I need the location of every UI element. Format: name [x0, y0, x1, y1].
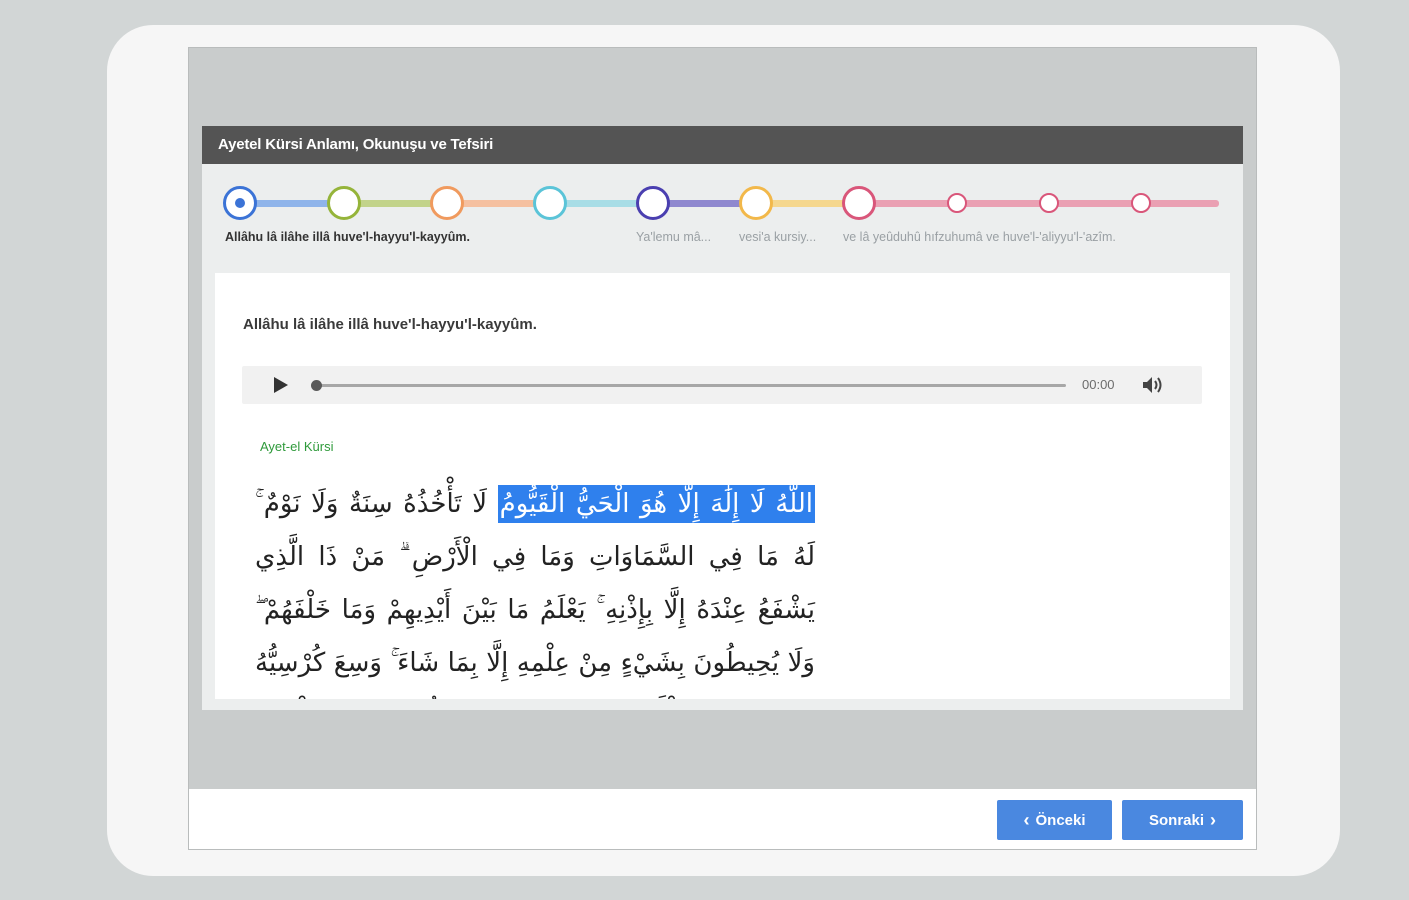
previous-button[interactable]: ‹ Önceki [997, 800, 1112, 840]
seek-thumb[interactable] [311, 380, 322, 391]
step-node-3[interactable] [430, 186, 464, 220]
step-node-9[interactable] [1039, 193, 1059, 213]
step-label-1[interactable]: Allâhu lâ ilâhe illâ huve'l-hayyu'l-kayy… [225, 230, 470, 244]
step-node-5[interactable] [636, 186, 670, 220]
step-node-8[interactable] [947, 193, 967, 213]
step-node-7[interactable] [842, 186, 876, 220]
previous-button-label: Önceki [1035, 811, 1086, 829]
step-label-7[interactable]: ve lâ yeûduhû hıfzuhumâ ve huve'l-'aliyy… [843, 230, 1116, 244]
source-label: Ayet-el Kürsi [260, 439, 334, 454]
verse-transliteration: Allâhu lâ ilâhe illâ huve'l-hayyu'l-kayy… [243, 316, 537, 333]
next-button[interactable]: Sonraki › [1122, 800, 1243, 840]
step-node-4[interactable] [533, 186, 567, 220]
audio-player: 00:00 [242, 366, 1202, 404]
chevron-left-icon: ‹ [1023, 810, 1030, 830]
chevron-right-icon: › [1210, 810, 1217, 830]
verse-card: Allâhu lâ ilâhe illâ huve'l-hayyu'l-kayy… [215, 273, 1230, 699]
audio-seek-bar[interactable] [311, 380, 1066, 391]
step-connector [957, 200, 1049, 207]
arabic-verse: اللَّهُ لَا إِلَٰهَ إِلَّا هُوَ الْحَيُّ… [255, 478, 815, 699]
arabic-highlighted-segment: اللَّهُ لَا إِلَٰهَ إِلَّا هُوَ الْحَيُّ… [497, 485, 815, 523]
audio-time: 00:00 [1082, 377, 1115, 392]
step-node-6[interactable] [739, 186, 773, 220]
panel-title: Ayetel Kürsi Anlamı, Okunuşu ve Tefsiri [202, 126, 1243, 164]
step-connector [1049, 200, 1141, 207]
step-node-1[interactable] [223, 186, 257, 220]
next-button-label: Sonraki [1148, 811, 1205, 829]
active-step-dot [235, 198, 245, 208]
step-node-10[interactable] [1131, 193, 1151, 213]
play-icon[interactable] [274, 377, 288, 393]
step-label-6[interactable]: vesi'a kursiy... [739, 230, 816, 244]
step-label-5[interactable]: Ya'lemu mâ... [636, 230, 711, 244]
step-connector [1141, 200, 1219, 207]
step-node-2[interactable] [327, 186, 361, 220]
volume-icon[interactable] [1142, 376, 1164, 394]
